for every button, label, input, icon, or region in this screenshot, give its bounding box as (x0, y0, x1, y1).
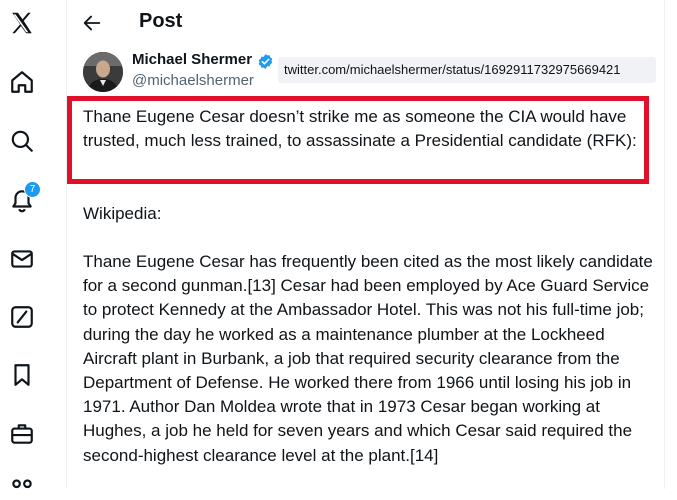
verified-badge-icon (257, 53, 274, 70)
briefcase-icon[interactable] (9, 421, 35, 447)
bookmark-icon[interactable] (9, 362, 35, 388)
communities-icon[interactable] (9, 474, 35, 500)
author-name[interactable]: Michael Shermer (132, 51, 252, 68)
x-logo-icon[interactable] (9, 10, 35, 36)
search-icon[interactable] (9, 128, 35, 154)
sidebar-nav: 7 (0, 0, 67, 489)
post-detail-column: Post Michael Shermer @michaelshermer twi… (67, 0, 665, 489)
mail-icon[interactable] (9, 246, 35, 272)
author-handle[interactable]: @michaelshermer (132, 72, 254, 89)
page-title: Post (139, 10, 183, 32)
back-arrow-icon[interactable] (80, 11, 104, 35)
tweet-quoted-paragraph: Thane Eugene Cesar has frequently been c… (83, 252, 653, 465)
url-overlay: twitter.com/michaelshermer/status/169291… (278, 57, 656, 83)
tweet-highlighted-text: Thane Eugene Cesar doesn’t strike me as … (83, 107, 637, 151)
home-icon[interactable] (9, 69, 35, 95)
grok-icon[interactable] (9, 304, 35, 330)
tweet-source-line: Wikipedia: (83, 204, 162, 223)
notification-badge: 7 (24, 181, 41, 198)
avatar[interactable] (83, 52, 123, 92)
